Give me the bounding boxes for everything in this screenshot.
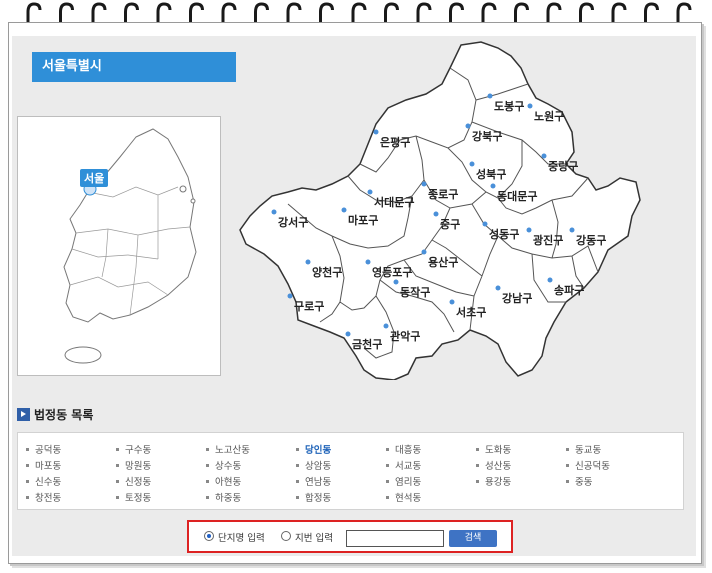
district-label[interactable]: 종로구 <box>428 188 458 201</box>
district-dot <box>365 259 371 265</box>
jeju-island-shape <box>64 346 102 364</box>
district-dot <box>482 221 488 227</box>
dong-link[interactable]: 하중동 <box>206 490 241 504</box>
complex-name-radio-label[interactable]: 단지명 입력 <box>218 530 265 544</box>
search-button[interactable]: 검색 <box>449 530 497 547</box>
dong-link[interactable]: 구수동 <box>116 442 151 456</box>
dong-link[interactable]: 공덕동 <box>26 442 61 456</box>
dong-link[interactable]: 노고산동 <box>206 442 250 456</box>
district-dot <box>547 277 553 283</box>
district-label[interactable]: 강서구 <box>278 215 308 229</box>
district-dot <box>421 181 427 187</box>
dong-list: 공덕동 구수동 노고산동 당인동 대흥동 도화동 동교동마포동 망원동 상수동 상암동 서교동 성산동… <box>17 432 684 510</box>
district-dot <box>541 153 547 159</box>
district-label[interactable]: 구로구 <box>294 300 324 313</box>
district-dot <box>421 249 427 255</box>
district-label[interactable]: 성동구 <box>489 227 519 241</box>
dong-link[interactable]: 대흥동 <box>386 442 421 456</box>
district-label[interactable]: 강동구 <box>576 233 606 247</box>
district-label[interactable]: 서초구 <box>456 305 486 319</box>
district-dot <box>373 129 379 135</box>
lot-number-radio-label[interactable]: 지번 입력 <box>295 530 333 544</box>
dong-link[interactable]: 염리동 <box>386 474 421 488</box>
district-dot <box>490 183 496 189</box>
district-dot <box>393 279 399 285</box>
district-label[interactable]: 은평구 <box>380 135 410 149</box>
district-label[interactable]: 양천구 <box>312 265 342 279</box>
seoul-outline <box>239 41 641 380</box>
district-dot <box>569 227 575 233</box>
district-dot <box>345 331 351 337</box>
seoul-marker-label[interactable]: 서울 <box>80 169 109 187</box>
district-label[interactable]: 성북구 <box>476 167 506 181</box>
lot-number-radio[interactable] <box>281 531 291 541</box>
district-label[interactable]: 강북구 <box>472 129 502 143</box>
district-dot <box>469 161 475 167</box>
korea-overview-map: 서울 <box>17 116 221 376</box>
district-label[interactable]: 도봉구 <box>494 100 524 113</box>
district-label[interactable]: 용산구 <box>428 255 458 269</box>
district-label[interactable]: 노원구 <box>534 109 564 123</box>
dong-link[interactable]: 연남동 <box>296 474 331 488</box>
dong-link[interactable]: 창전동 <box>26 490 61 504</box>
dong-link[interactable]: 서교동 <box>386 458 421 472</box>
district-dot <box>487 93 493 99</box>
district-dot <box>449 299 455 305</box>
district-label[interactable]: 동대문구 <box>497 189 537 203</box>
district-dot <box>465 123 471 129</box>
district-dot <box>271 209 277 215</box>
dong-link[interactable]: 중동 <box>566 474 592 488</box>
district-label[interactable]: 강남구 <box>502 291 532 305</box>
district-label[interactable]: 동작구 <box>400 285 430 299</box>
dong-list-title: 법정동 목록 <box>34 408 94 422</box>
district-dot <box>526 227 532 233</box>
district-label[interactable]: 영등포구 <box>372 266 412 279</box>
district-label[interactable]: 서대문구 <box>374 195 414 209</box>
dong-link[interactable]: 망원동 <box>116 458 151 472</box>
district-dot <box>495 285 501 291</box>
region-title: 서울특별시 <box>32 52 236 82</box>
dong-link[interactable]: 상암동 <box>296 458 331 472</box>
korea-peninsula-shape <box>63 128 197 323</box>
dong-link[interactable]: 동교동 <box>566 442 601 456</box>
dong-link[interactable]: 용강동 <box>476 474 511 488</box>
seoul-district-map: 도봉구노원구강북구 은평구성북구 중랑구종로구서대문구 동대문구강서구 마포구 중구성동구… <box>239 41 641 380</box>
dong-link[interactable]: 도화동 <box>476 442 511 456</box>
district-dot <box>383 323 389 329</box>
dong-list-heading: 법정동 목록 <box>17 406 93 422</box>
dong-link[interactable]: 아현동 <box>206 474 241 488</box>
dong-link[interactable]: 신정동 <box>116 474 151 488</box>
dong-link[interactable]: 마포동 <box>26 458 61 472</box>
district-dot <box>287 293 293 299</box>
district-dot <box>341 207 347 213</box>
search-input[interactable] <box>346 530 444 547</box>
dong-link[interactable]: 현석동 <box>386 490 421 504</box>
dong-link[interactable]: 당인동 <box>296 442 331 456</box>
dong-link[interactable]: 상수동 <box>206 458 241 472</box>
arrow-right-icon <box>17 408 30 421</box>
district-label[interactable]: 금천구 <box>352 337 382 351</box>
district-dot <box>527 103 533 109</box>
dong-link[interactable]: 토정동 <box>116 490 151 504</box>
district-dot <box>305 259 311 265</box>
complex-name-radio[interactable] <box>204 531 214 541</box>
district-label[interactable]: 송파구 <box>554 283 584 297</box>
district-dot <box>433 211 439 217</box>
district-label[interactable]: 중랑구 <box>548 160 578 173</box>
district-label[interactable]: 마포구 <box>348 213 378 227</box>
district-dot <box>367 189 373 195</box>
dong-link[interactable]: 신수동 <box>26 474 61 488</box>
district-label[interactable]: 광진구 <box>533 233 563 247</box>
district-label[interactable]: 관악구 <box>390 329 420 343</box>
district-label[interactable]: 중구 <box>440 218 460 231</box>
dong-link[interactable]: 합정동 <box>296 490 331 504</box>
dong-link[interactable]: 성산동 <box>476 458 511 472</box>
search-panel: 단지명 입력 지번 입력 검색 <box>187 520 513 553</box>
dong-link[interactable]: 신공덕동 <box>566 458 610 472</box>
